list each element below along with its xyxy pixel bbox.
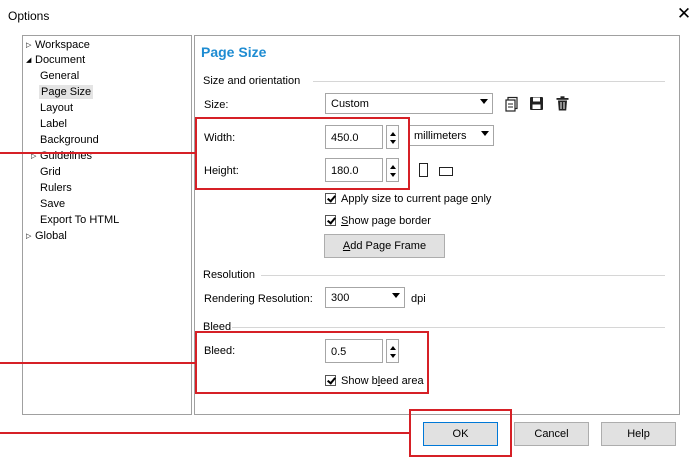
rendering-resolution-label: Rendering Resolution: <box>204 293 313 305</box>
annotation-box-bleed <box>195 331 429 394</box>
rendering-resolution-combo[interactable]: 300 <box>325 287 405 308</box>
window-title: Options <box>8 9 50 23</box>
divider <box>261 275 665 276</box>
landscape-icon[interactable] <box>439 167 453 176</box>
delete-icon[interactable] <box>556 96 569 111</box>
chevron-down-icon <box>481 131 489 136</box>
annotation-line-ok <box>0 432 410 434</box>
options-tree: ▷ Workspace ◢ Document General Page Size L… <box>22 35 192 415</box>
close-icon[interactable]: ✕ <box>670 2 698 26</box>
size-label: Size: <box>204 99 229 111</box>
group-label-resolution: Resolution <box>203 269 255 281</box>
group-label-size-orientation: Size and orientation <box>203 75 301 87</box>
help-button[interactable]: Help <box>601 422 676 446</box>
tree-item-rulers[interactable]: Rulers <box>40 181 72 195</box>
dpi-unit-label: dpi <box>411 293 426 305</box>
tree-item-general[interactable]: General <box>40 69 79 83</box>
expand-icon[interactable]: ▷ <box>26 39 35 53</box>
portrait-icon[interactable] <box>419 163 428 177</box>
annotation-box-dimensions <box>195 117 410 190</box>
divider <box>313 81 665 82</box>
save-icon[interactable] <box>529 96 544 111</box>
size-combo[interactable]: Custom <box>325 93 493 114</box>
tree-item-save[interactable]: Save <box>40 197 65 211</box>
apply-current-page-label[interactable]: Apply size to current page only <box>341 193 491 205</box>
expand-icon[interactable]: ▷ <box>26 230 35 244</box>
tree-item-label[interactable]: Label <box>40 117 67 131</box>
units-combo[interactable]: millimeters <box>408 125 494 146</box>
add-page-frame-button[interactable]: Add Page Frame <box>324 234 445 258</box>
options-dialog: Options ✕ ▷ Workspace ◢ Document General P… <box>0 0 700 459</box>
tree-item-workspace[interactable]: ▷ Workspace <box>26 38 90 52</box>
tree-item-grid[interactable]: Grid <box>40 165 61 179</box>
tree-item-export-to-html[interactable]: Export To HTML <box>40 213 119 227</box>
annotation-line-bleed <box>0 362 196 364</box>
tree-item-layout[interactable]: Layout <box>40 101 73 115</box>
tree-item-background[interactable]: Background <box>40 133 99 147</box>
show-page-border-label[interactable]: Show page border <box>341 215 431 227</box>
tree-item-document[interactable]: ◢ Document <box>26 53 85 67</box>
page-settings-icon[interactable] <box>504 96 520 112</box>
chevron-down-icon <box>480 99 488 104</box>
collapse-icon[interactable]: ◢ <box>26 54 35 68</box>
tree-item-global[interactable]: ▷ Global <box>26 229 67 243</box>
chevron-down-icon <box>392 293 400 298</box>
annotation-line-dimensions <box>0 152 196 154</box>
tree-item-page-size[interactable]: Page Size <box>39 85 94 99</box>
apply-current-page-checkbox[interactable] <box>325 193 336 204</box>
annotation-box-ok <box>409 409 512 457</box>
title-bar: Options ✕ <box>0 0 700 30</box>
divider <box>232 327 665 328</box>
show-page-border-checkbox[interactable] <box>325 215 336 226</box>
cancel-button[interactable]: Cancel <box>514 422 589 446</box>
page-title: Page Size <box>201 44 267 60</box>
